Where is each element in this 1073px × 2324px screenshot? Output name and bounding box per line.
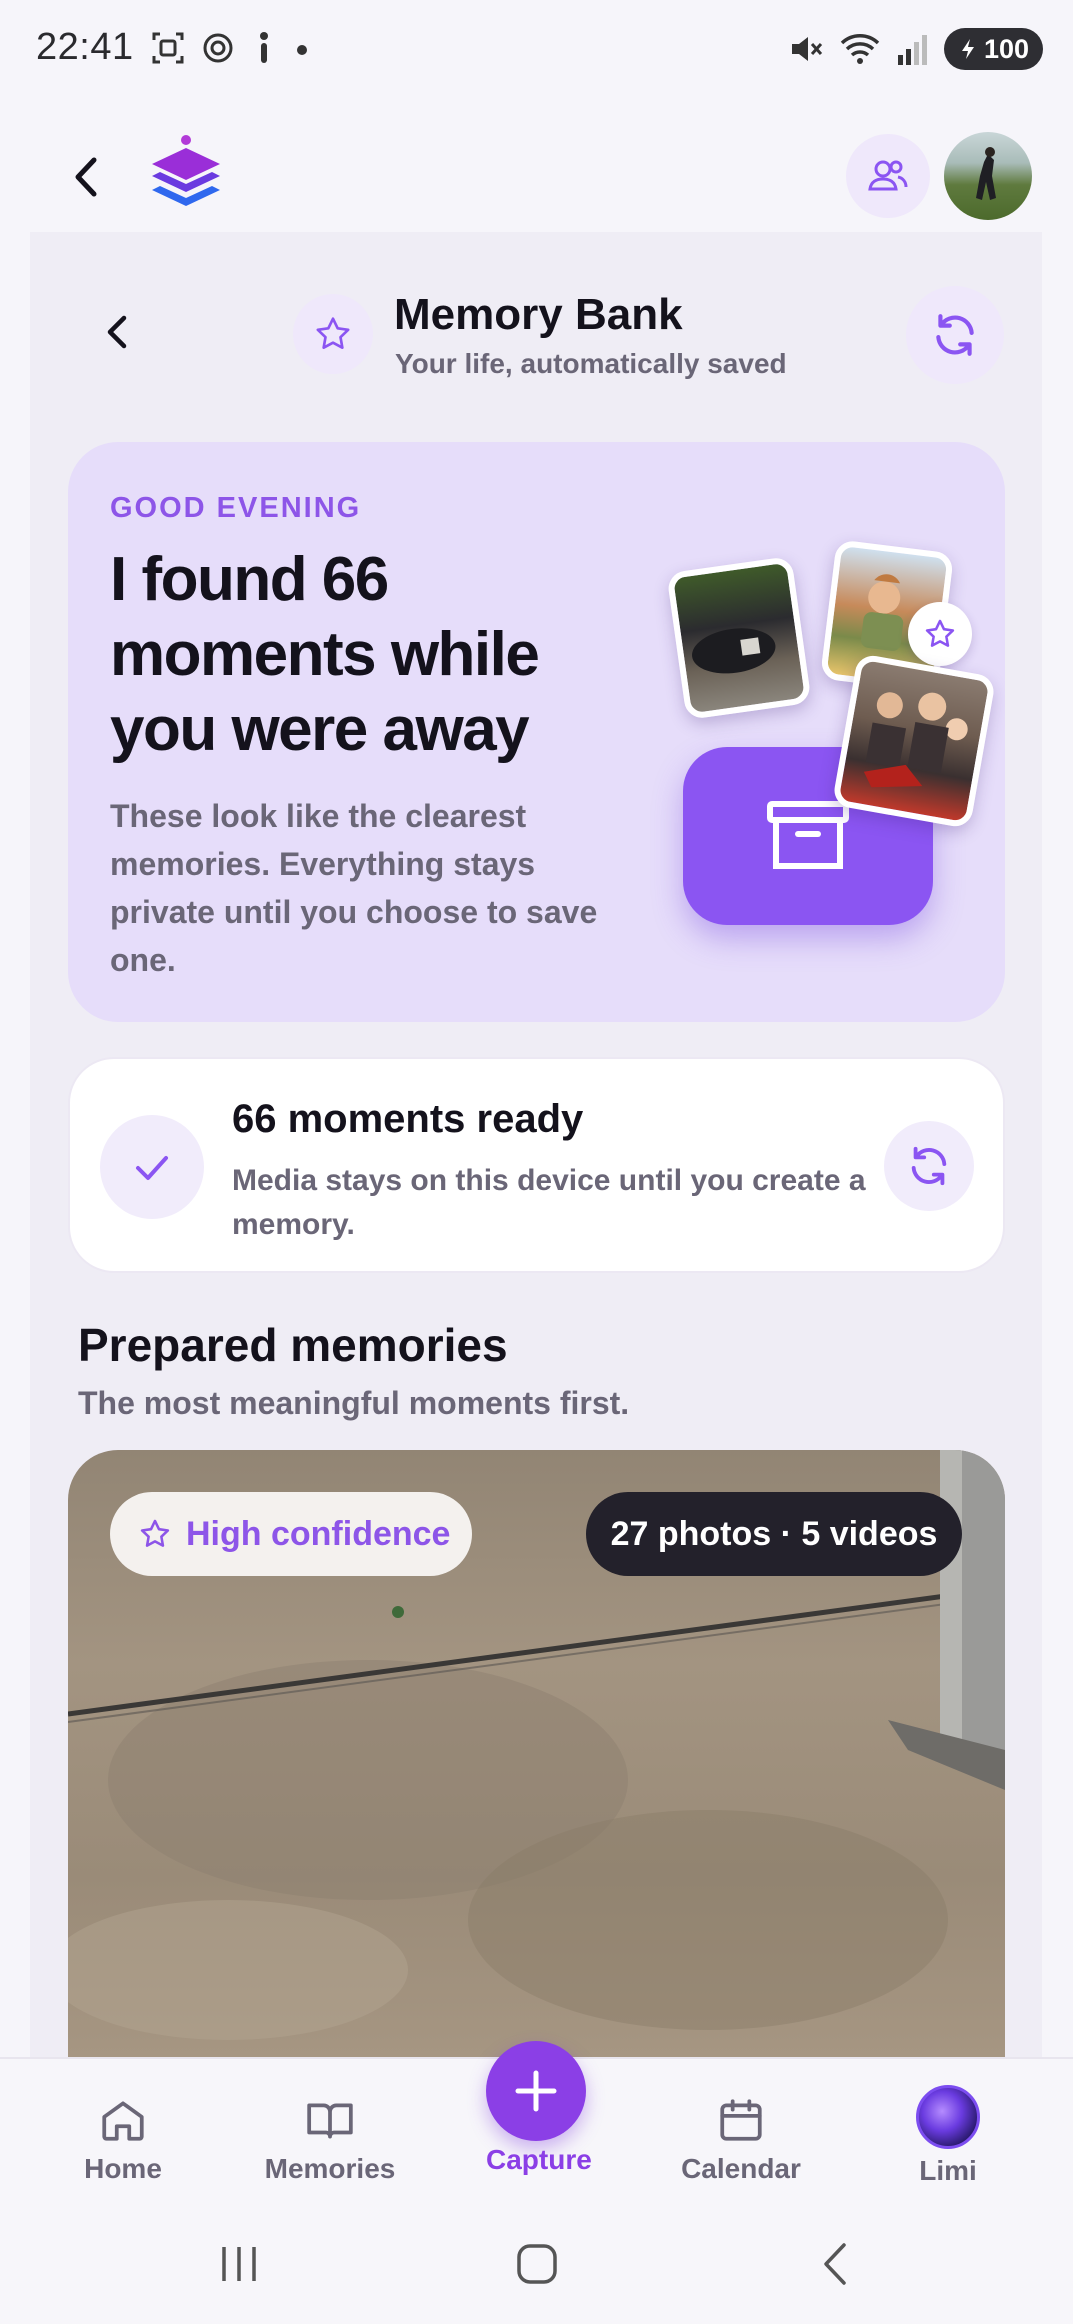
star-badge xyxy=(908,602,972,666)
photo-content xyxy=(692,628,776,674)
favorite-button[interactable] xyxy=(293,294,373,374)
memory-card[interactable]: High confidence 27 photos · 5 videos xyxy=(68,1450,1005,2060)
nav-limi[interactable]: Limi xyxy=(858,2059,1038,2209)
nav-memories[interactable]: Memories xyxy=(240,2059,420,2209)
photo-content xyxy=(863,692,968,788)
refresh-button[interactable] xyxy=(906,286,1004,384)
section-subtitle: The most meaningful moments first. xyxy=(78,1385,630,1421)
moments-status-card: 66 moments ready Media stays on this dev… xyxy=(68,1057,1005,1273)
layers-logo-icon xyxy=(152,135,220,206)
battery-level: 100 xyxy=(983,33,1029,64)
avatar-photo xyxy=(976,137,1029,200)
status-time: 22:41 xyxy=(36,26,134,68)
system-nav-bar xyxy=(0,2207,1073,2324)
battery-icon xyxy=(961,39,974,59)
app-logo xyxy=(146,134,226,218)
confidence-badge: High confidence xyxy=(110,1492,472,1576)
dot-icon xyxy=(297,45,307,55)
people-icon xyxy=(868,160,908,191)
status-icons-right: 100 xyxy=(788,28,1043,70)
nav-memories-label: Memories xyxy=(264,2153,396,2184)
status-bar: 22:41 100 xyxy=(0,0,1073,100)
book-icon xyxy=(307,2103,353,2139)
home-system-icon xyxy=(517,2244,557,2284)
memory-photo-thumb xyxy=(831,653,997,829)
star-icon xyxy=(925,619,955,647)
chevron-left-icon xyxy=(75,157,97,197)
moments-ready-title: 66 moments ready xyxy=(232,1097,584,1141)
app-bar xyxy=(0,120,1073,232)
check-icon xyxy=(136,1156,168,1180)
back-system-icon xyxy=(824,2243,846,2285)
people-button[interactable] xyxy=(846,134,930,218)
check-badge xyxy=(100,1115,204,1219)
nav-home-label: Home xyxy=(84,2153,162,2184)
chevron-left-icon xyxy=(107,315,127,349)
screenshot-icon xyxy=(152,32,184,64)
plus-icon xyxy=(515,2070,557,2112)
openai-icon xyxy=(203,33,233,63)
back-system-button[interactable] xyxy=(812,2239,862,2289)
page-title: Memory Bank xyxy=(394,290,683,339)
moments-ready-description: Media stays on this device until you cre… xyxy=(232,1164,866,1241)
hero-heading: I found 66 moments while you were away xyxy=(110,545,540,764)
media-count-label: 27 photos · 5 videos xyxy=(610,1514,938,1553)
accessibility-icon xyxy=(260,32,268,63)
refresh-icon xyxy=(911,1146,947,1186)
capture-label: Capture xyxy=(486,2144,592,2175)
section-title: Prepared memories xyxy=(78,1319,508,1371)
limi-orb-icon xyxy=(916,2085,980,2149)
memory-photo-thumb xyxy=(666,555,812,721)
mute-icon xyxy=(791,37,823,61)
refresh-icon xyxy=(936,314,974,356)
star-icon xyxy=(316,317,350,349)
back-button[interactable] xyxy=(62,152,112,202)
nav-limi-label: Limi xyxy=(919,2155,977,2186)
hero-body: These look like the clearest memories. E… xyxy=(110,798,598,978)
header-back-button[interactable] xyxy=(96,310,140,354)
nav-home[interactable]: Home xyxy=(33,2059,213,2209)
greeting-eyebrow: GOOD EVENING xyxy=(110,492,362,524)
star-icon xyxy=(140,1519,170,1547)
archive-icon xyxy=(767,801,849,869)
capture-button[interactable] xyxy=(486,2041,586,2141)
page-subtitle: Your life, automatically saved xyxy=(395,348,787,379)
status-icons-left xyxy=(150,30,312,66)
nav-calendar[interactable]: Calendar xyxy=(651,2059,831,2209)
sync-button[interactable] xyxy=(884,1121,974,1211)
hero-card: GOOD EVENING I found 66 moments while yo… xyxy=(68,442,1005,1022)
home-system-button[interactable] xyxy=(512,2239,562,2289)
media-count-badge: 27 photos · 5 videos xyxy=(586,1492,962,1576)
signal-icon xyxy=(897,35,927,65)
profile-avatar[interactable] xyxy=(944,132,1032,220)
home-icon xyxy=(102,2101,144,2141)
recent-apps-icon xyxy=(222,2247,256,2281)
confidence-label: High confidence xyxy=(186,1514,451,1553)
battery-indicator: 100 xyxy=(943,28,1043,70)
recent-apps-button[interactable] xyxy=(214,2239,264,2289)
calendar-icon xyxy=(720,2099,762,2141)
nav-calendar-label: Calendar xyxy=(681,2153,801,2184)
wifi-icon xyxy=(840,34,880,64)
